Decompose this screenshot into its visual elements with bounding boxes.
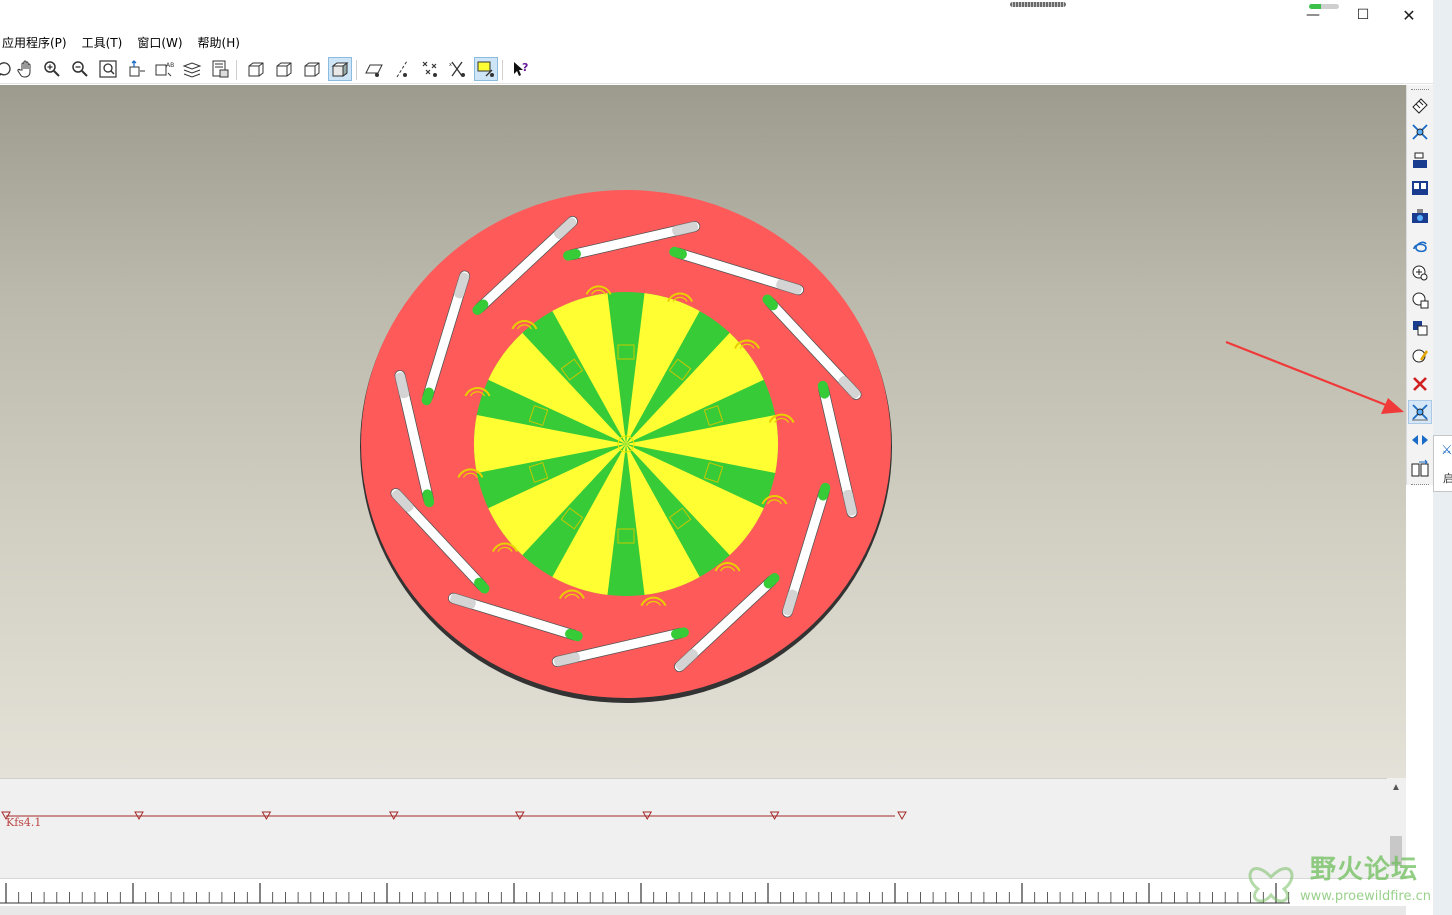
reorient-icon[interactable] bbox=[124, 57, 148, 81]
playback-icon[interactable] bbox=[1408, 428, 1432, 452]
title-progress-indicator bbox=[1010, 2, 1066, 7]
graphics-viewport[interactable] bbox=[0, 85, 1406, 778]
drag-components-icon[interactable] bbox=[1408, 176, 1432, 200]
menu-window[interactable]: 窗口(W) bbox=[135, 34, 189, 51]
whats-this-help-icon[interactable]: ? bbox=[509, 57, 533, 81]
spring-icon[interactable] bbox=[1408, 232, 1432, 256]
zoom-in-icon[interactable] bbox=[40, 57, 64, 81]
menu-bar: 应用程序(P) 工具(T) 窗口(W) 帮助(H) bbox=[0, 30, 1433, 54]
datum-planes-icon[interactable] bbox=[362, 57, 386, 81]
watermark-name: 野火论坛 bbox=[1310, 855, 1419, 885]
svg-text:x: x bbox=[449, 62, 452, 68]
time-ruler[interactable] bbox=[0, 878, 1406, 906]
saved-views-icon[interactable]: AB bbox=[152, 57, 176, 81]
pan-icon[interactable] bbox=[14, 57, 38, 81]
mechanism-model[interactable] bbox=[0, 85, 1406, 778]
view-manager-icon[interactable] bbox=[208, 57, 232, 81]
horizontal-scrollbar[interactable] bbox=[0, 906, 1406, 915]
red-pointer-arrow bbox=[1225, 340, 1404, 414]
coordinate-systems-icon[interactable]: x bbox=[446, 57, 470, 81]
scroll-up-arrow-icon[interactable]: ▲ bbox=[1391, 782, 1401, 793]
title-bar: — ☐ ✕ bbox=[0, 0, 1433, 30]
refit-icon[interactable] bbox=[96, 57, 120, 81]
keyframe-track[interactable] bbox=[0, 779, 1387, 879]
menu-tools[interactable]: 工具(T) bbox=[80, 34, 130, 51]
close-button[interactable]: ✕ bbox=[1386, 4, 1432, 26]
minimize-button[interactable]: — bbox=[1290, 4, 1336, 26]
gravity-icon[interactable] bbox=[1408, 316, 1432, 340]
proe-application-window: — ☐ ✕ 应用程序(P) 工具(T) 窗口(W) 帮助(H) AB x ? ⚔… bbox=[0, 0, 1452, 915]
popup-label: 启 bbox=[1443, 472, 1452, 485]
annotation-display-icon[interactable] bbox=[474, 57, 498, 81]
menu-help[interactable]: 帮助(H) bbox=[196, 34, 247, 51]
analysis-definition-icon[interactable] bbox=[1408, 344, 1432, 368]
keyframe-marker bbox=[897, 811, 907, 821]
maximize-button[interactable]: ☐ bbox=[1340, 4, 1386, 26]
connection-icon[interactable] bbox=[1408, 92, 1432, 116]
svg-text:?: ? bbox=[522, 61, 528, 74]
hidden-line-icon[interactable] bbox=[272, 57, 296, 81]
servo-motor-icon[interactable] bbox=[1408, 120, 1432, 144]
mechanism-toolbar bbox=[1406, 85, 1433, 485]
mechanism-settings-icon[interactable] bbox=[1408, 148, 1432, 172]
motor-playback-icon[interactable] bbox=[1408, 400, 1432, 424]
inner-hub bbox=[473, 292, 779, 596]
snapshot-icon[interactable] bbox=[1408, 204, 1432, 228]
watermark-logo-icon bbox=[1248, 867, 1294, 903]
side-popup[interactable]: ⚔ 启 bbox=[1433, 435, 1452, 492]
keyframe-sequence-label: Kfs4.1 bbox=[6, 816, 42, 829]
datum-points-icon[interactable] bbox=[418, 57, 442, 81]
menu-applications[interactable]: 应用程序(P) bbox=[0, 34, 74, 51]
watermark-url: www.proewildfire.cn bbox=[1300, 889, 1431, 904]
no-hidden-icon[interactable] bbox=[300, 57, 324, 81]
svg-text:AB: AB bbox=[166, 62, 174, 69]
main-toolbar: AB x ? bbox=[0, 55, 1433, 84]
measure-results-icon[interactable] bbox=[1408, 456, 1432, 480]
damper-icon[interactable] bbox=[1408, 260, 1432, 284]
forum-watermark: 野火论坛 www.proewildfire.cn bbox=[1240, 845, 1445, 913]
animation-timeline[interactable]: Kfs4.1 bbox=[0, 778, 1387, 878]
shaded-icon[interactable] bbox=[328, 57, 352, 81]
wireframe-icon[interactable] bbox=[244, 57, 268, 81]
force-torque-icon[interactable] bbox=[1408, 288, 1432, 312]
datum-axes-icon[interactable] bbox=[390, 57, 414, 81]
zoom-out-icon[interactable] bbox=[68, 57, 92, 81]
layers-icon[interactable] bbox=[180, 57, 204, 81]
delete-icon[interactable] bbox=[1408, 372, 1432, 396]
popup-icon: ⚔ bbox=[1441, 442, 1452, 457]
